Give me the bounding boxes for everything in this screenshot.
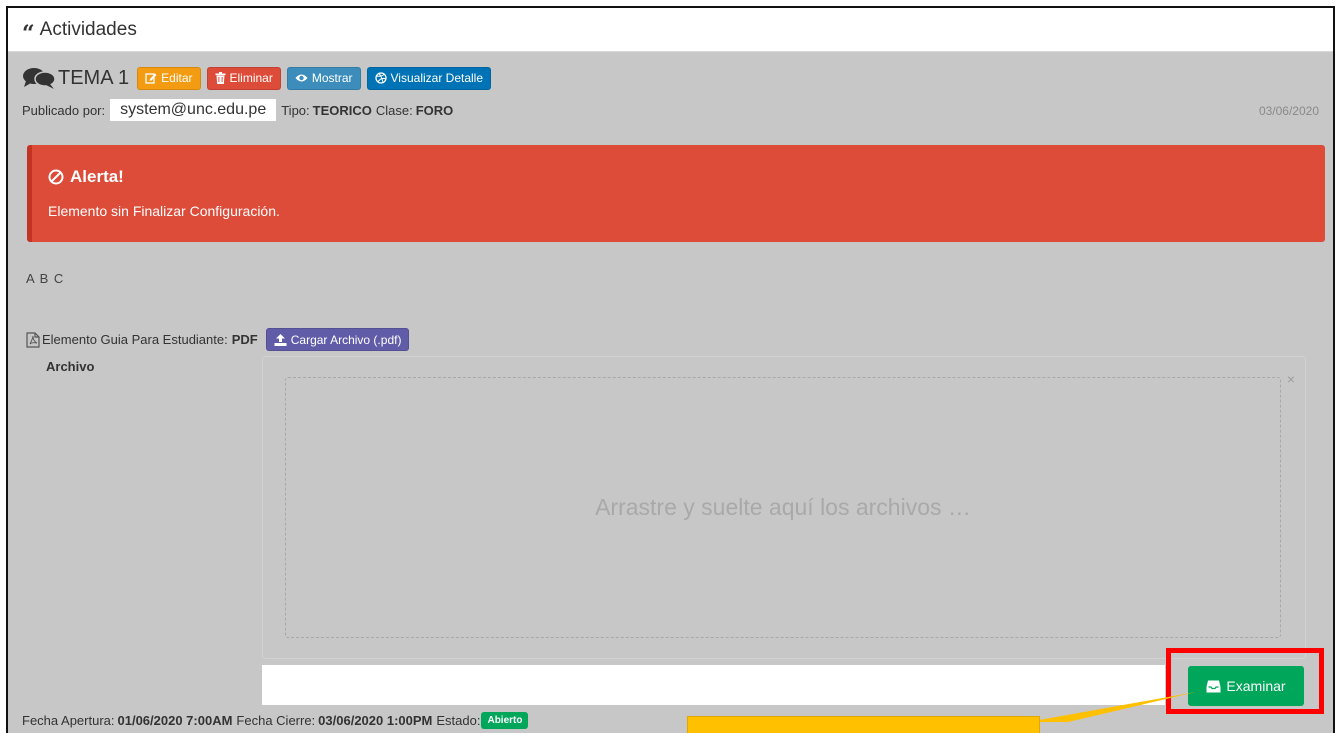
guia-label: Elemento Guia Para Estudiante:: [42, 332, 228, 347]
edit-button[interactable]: Editar: [137, 66, 201, 90]
archivo-label: Archivo: [46, 359, 95, 374]
upload-pdf-button-label: Cargar Archivo (.pdf): [290, 332, 402, 347]
ban-icon: [48, 169, 64, 185]
inbox-icon: [1206, 680, 1221, 692]
status-badge: Abierto: [481, 712, 529, 729]
file-pdf-icon: [26, 331, 40, 348]
clase-label: Clase:: [375, 102, 413, 118]
activity-description: A B C: [26, 271, 65, 286]
published-by-label: Publicado por:: [22, 102, 106, 118]
upload-icon: [274, 333, 287, 346]
estado-label: Estado:: [436, 713, 481, 728]
trash-icon: [215, 72, 225, 84]
callout-pointer: [1028, 692, 1196, 722]
view-detail-button[interactable]: Visualizar Detalle: [366, 66, 492, 90]
dates-row: Fecha Apertura: 01/06/2020 7:00AM Fecha …: [22, 712, 529, 729]
alert-title: Alerta!: [48, 167, 1325, 187]
dropzone-text: Arrastre y suelte aquí los archivos …: [595, 494, 971, 520]
tipo-value: TEORICO: [312, 102, 372, 118]
view-detail-button-label: Visualizar Detalle: [390, 71, 484, 85]
dribbble-icon: [374, 72, 387, 84]
close-icon[interactable]: ×: [1287, 371, 1295, 387]
published-date: 03/06/2020: [1258, 104, 1319, 118]
file-dropzone[interactable]: Arrastre y suelte aquí los archivos …: [285, 377, 1281, 638]
alert-title-text: Alerta!: [70, 167, 124, 186]
browse-button-label: Examinar: [1226, 678, 1286, 694]
panel-header: “ Actividades: [8, 8, 1333, 52]
cierre-label: Fecha Cierre:: [236, 713, 316, 728]
alert-box: Alerta! Elemento sin Finalizar Configura…: [27, 145, 1325, 242]
clase-value: FORO: [415, 102, 454, 118]
activity-panel: “ Actividades TEMA 1 Editar Eliminar Mos…: [6, 6, 1335, 733]
edit-icon: [145, 73, 157, 84]
delete-button[interactable]: Eliminar: [206, 66, 281, 90]
apertura-label: Fecha Apertura:: [22, 713, 115, 728]
published-info: Publicado por: system@unc.edu.pe Tipo: T…: [22, 99, 457, 121]
tema-title: TEMA 1: [58, 66, 130, 89]
guia-row: Elemento Guia Para Estudiante: PDF Carga…: [26, 328, 415, 351]
apertura-value: 01/06/2020 7:00AM: [117, 713, 233, 728]
edit-button-label: Editar: [161, 71, 193, 85]
guia-format: PDF: [231, 332, 258, 347]
tema-row: TEMA 1 Editar Eliminar Mostrar Visualiza…: [22, 66, 497, 90]
author-email: system@unc.edu.pe: [110, 99, 277, 121]
tipo-label: Tipo:: [281, 102, 310, 118]
eye-icon: [295, 74, 308, 82]
comments-icon: [23, 68, 56, 89]
callout-box: [687, 716, 1040, 733]
page-title: Actividades: [39, 18, 137, 40]
delete-button-label: Eliminar: [229, 71, 273, 85]
upload-pdf-button[interactable]: Cargar Archivo (.pdf): [265, 328, 410, 351]
show-button[interactable]: Mostrar: [286, 66, 361, 90]
cierre-value: 03/06/2020 1:00PM: [318, 713, 433, 728]
file-upload-panel: × Arrastre y suelte aquí los archivos …: [262, 356, 1306, 659]
show-button-label: Mostrar: [311, 71, 353, 85]
quote-left-icon: “: [22, 20, 35, 47]
alert-message: Elemento sin Finalizar Configuración.: [48, 203, 280, 219]
